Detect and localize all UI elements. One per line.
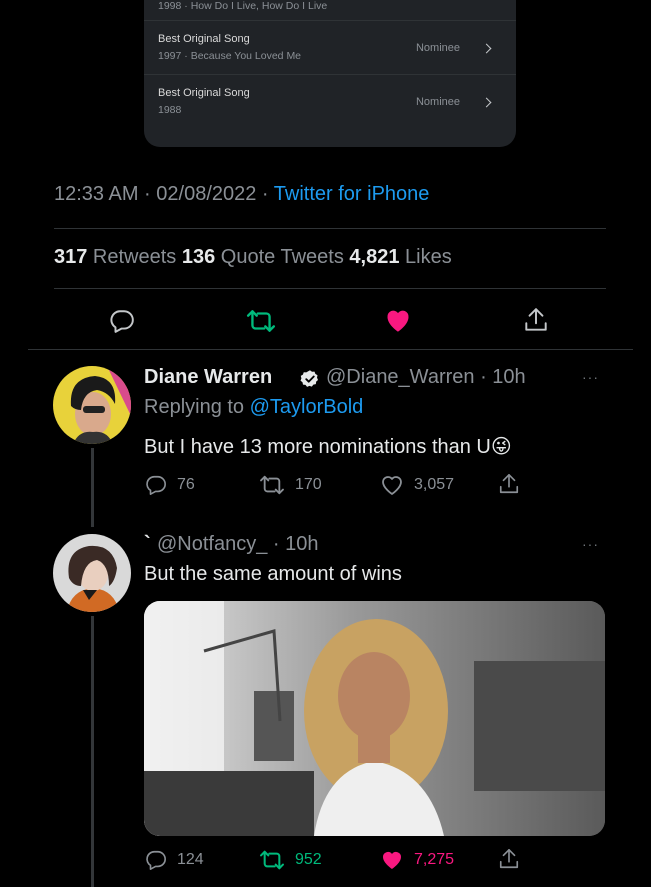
divider [28,349,633,350]
card-row-status: Nominee [415,42,460,54]
reply-icon [110,310,134,333]
like-button[interactable] [382,305,414,335]
card-row-subtitle: 1988 [158,104,182,116]
like-button[interactable]: 7,275 [380,849,454,871]
heart-icon [387,310,409,332]
reply-count: 76 [177,476,195,493]
divider [54,228,606,229]
like-count: 7,275 [414,851,455,868]
retweet-count: 170 [295,476,322,493]
retweet-count: 952 [295,851,322,868]
embedded-awards-card: 1998 · How Do I Live, How Do I Live Best… [144,0,516,147]
source-link[interactable]: Twitter for iPhone [274,183,430,205]
verified-badge-icon [300,370,318,387]
chevron-right-icon [481,97,492,108]
card-row-subtitle: 1997 · Because You Loved Me [158,50,302,62]
author-handle[interactable]: @Notfancy_ · 10h [157,533,319,556]
retweets-stat[interactable]: 317 Retweets [54,246,182,268]
share-icon [499,474,519,494]
share-icon [499,849,519,869]
share-icon [525,308,547,331]
reply-count: 124 [177,851,204,868]
like-button[interactable]: 3,057 [380,474,454,496]
reply-button[interactable]: 124 [145,849,204,871]
heart-icon [383,852,401,869]
retweet-button[interactable] [244,306,278,336]
chevron-right-icon [481,43,492,54]
card-row-subtitle: 1998 · How Do I Live, How Do I Live [158,0,328,12]
share-button[interactable] [498,847,530,871]
heart-icon [382,476,402,495]
like-count: 3,057 [414,476,455,493]
mention-link[interactable]: @TaylorBold [250,396,364,418]
card-row[interactable]: Best Original Song 1997 · Because You Lo… [144,20,516,74]
retweet-icon [246,310,276,332]
emoji-winking-tongue: 😜 [490,436,512,458]
share-button[interactable] [498,472,530,496]
avatar[interactable] [53,366,131,444]
gif-media[interactable] [144,601,605,836]
author-name[interactable]: ` [144,533,151,556]
timestamp-text: 12:33 AM · 02/08/2022 · [54,183,274,205]
author-handle[interactable]: @Diane_Warren · 10h [326,366,526,389]
card-row-title: Best Original Song [158,87,250,99]
tweet-text: But the same amount of wins [144,563,402,585]
reply-button[interactable] [107,306,137,336]
reply-icon [146,850,166,870]
engagement-stats: 317 Retweets 136 Quote Tweets 4,821 Like… [54,246,452,269]
more-icon[interactable]: ··· [582,536,599,552]
more-icon[interactable]: ··· [582,369,599,385]
retweet-icon [259,850,285,870]
likes-stat[interactable]: 4,821 Likes [349,246,451,268]
thread-line [91,448,94,527]
replying-to: Replying to @TaylorBold [144,396,364,418]
retweet-icon [260,475,284,495]
retweet-button[interactable]: 952 [259,849,322,871]
quote-tweets-stat[interactable]: 136 Quote Tweets [182,246,350,268]
retweet-button[interactable]: 170 [259,474,322,496]
thread-line [91,616,94,887]
share-button[interactable] [521,304,551,336]
divider [54,288,606,289]
tweet-text: But I have 13 more nominations than U😜 [144,436,512,458]
avatar[interactable] [53,534,131,612]
card-row-title: Best Original Song [158,33,250,45]
tweet-timestamp: 12:33 AM · 02/08/2022 · Twitter for iPho… [54,183,429,206]
reply-button[interactable]: 76 [145,474,195,496]
author-name[interactable]: Diane Warren [144,366,272,389]
card-row-status: Nominee [415,96,460,108]
reply-icon [146,475,166,495]
card-row[interactable]: Best Original Song 1988 Nominee [144,74,516,128]
